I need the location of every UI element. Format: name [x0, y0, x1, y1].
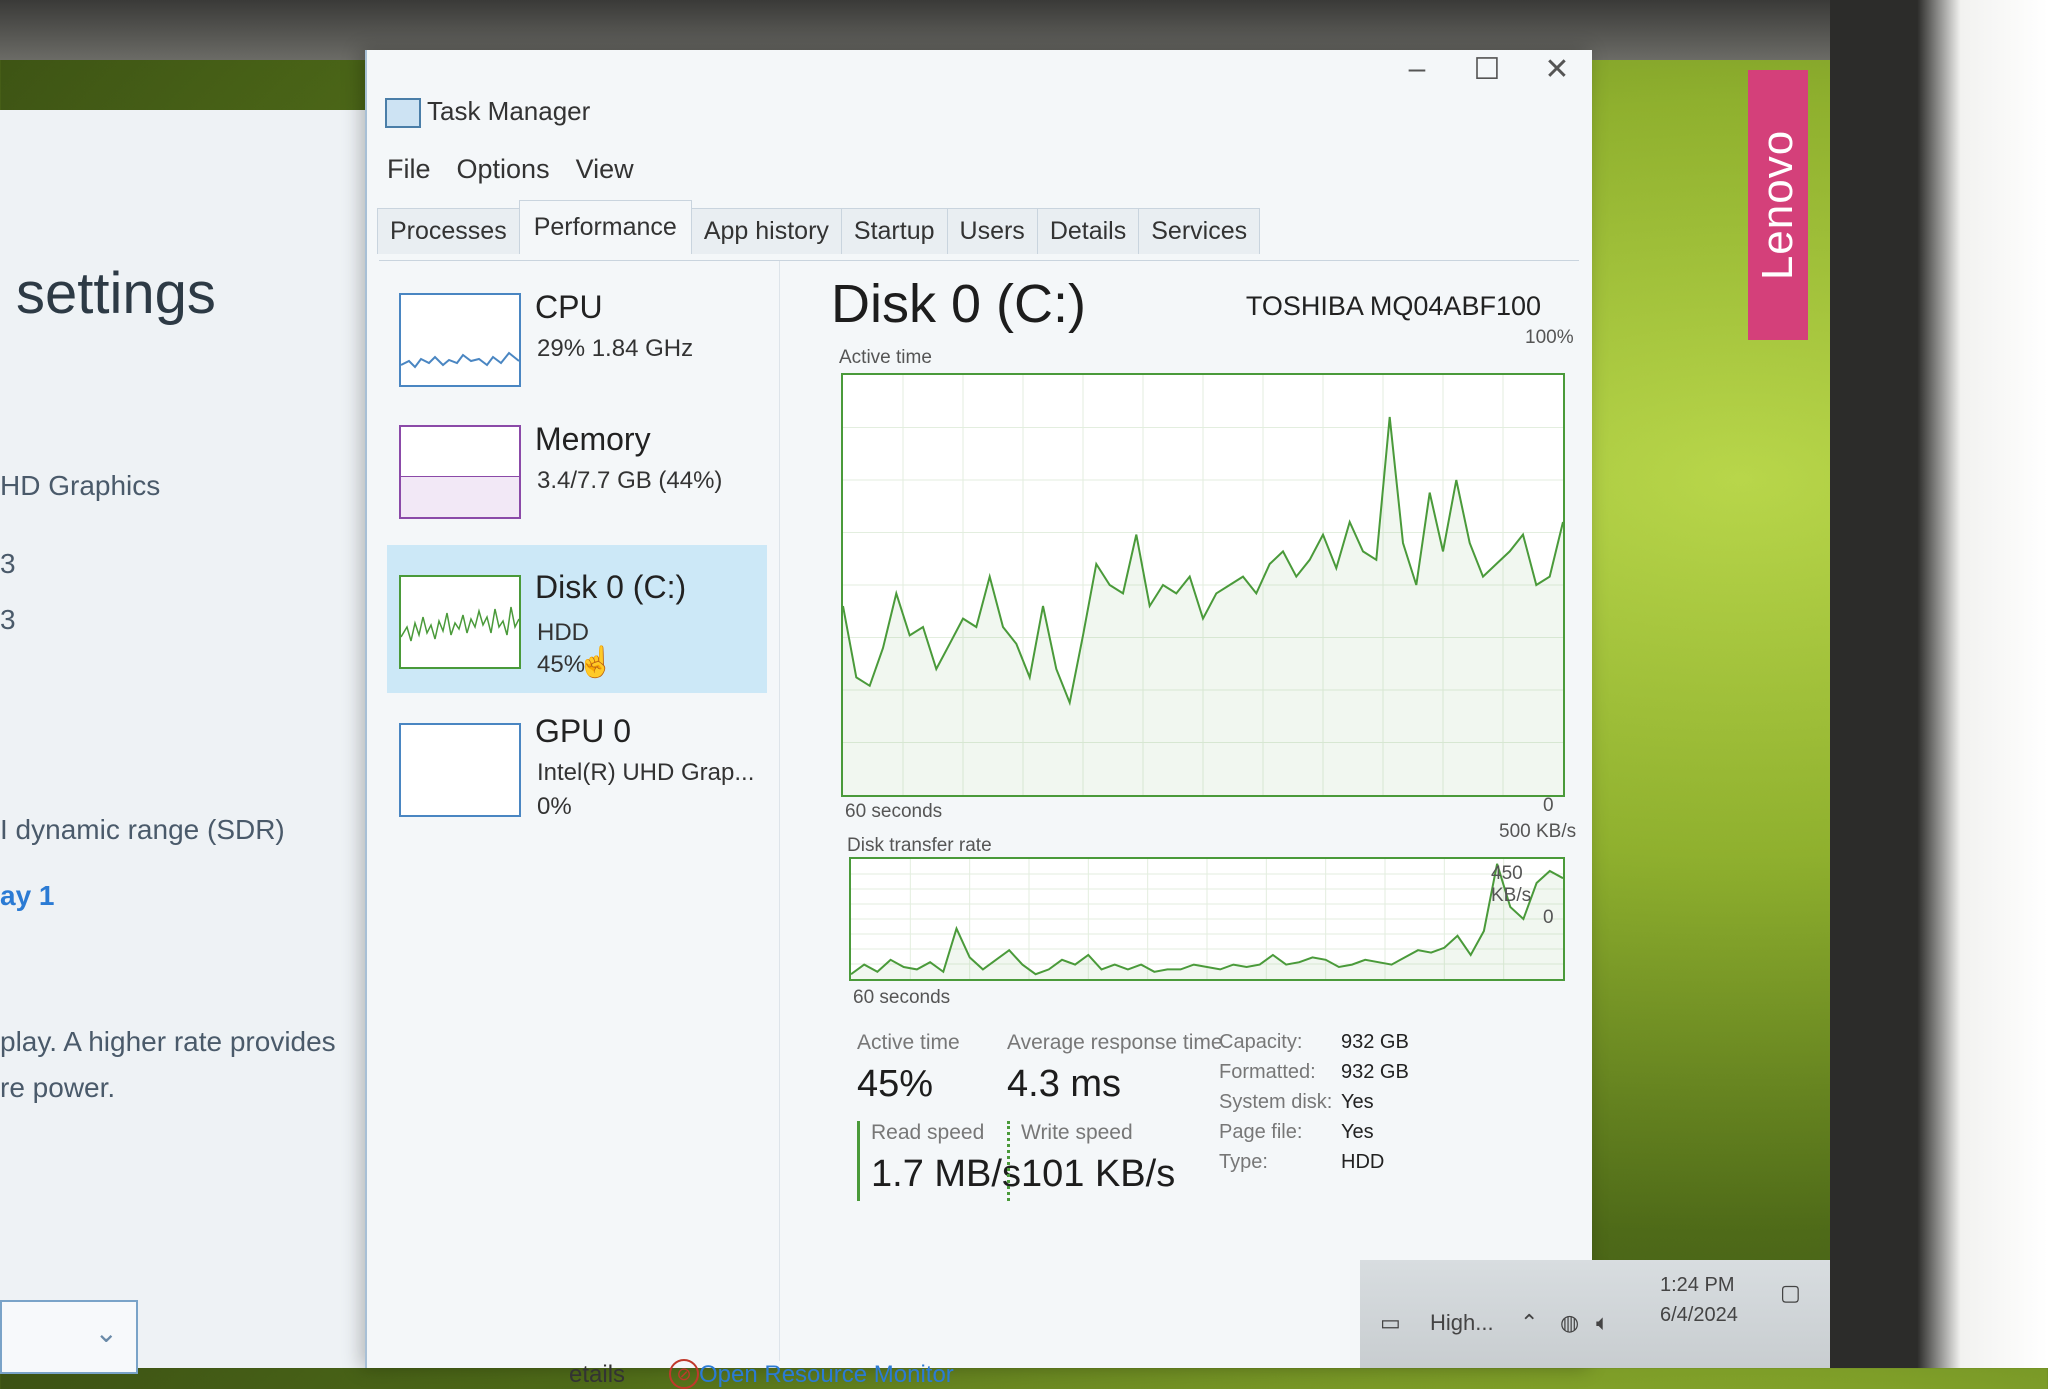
lenovo-logo: Lenovo	[1748, 70, 1808, 340]
write-speed-value: 101 KB/s	[1021, 1153, 1176, 1195]
active-time-window-label: 60 seconds	[845, 801, 943, 822]
tab-users[interactable]: Users	[946, 208, 1038, 254]
active-time-chart-label: Active time	[839, 347, 932, 368]
active-time-stat-value: 45%	[857, 1063, 934, 1105]
formatted-value: 932 GB	[1341, 1061, 1409, 1083]
notification-icon[interactable]: ▢	[1780, 1280, 1801, 1306]
write-speed-legend-line	[1007, 1121, 1010, 1201]
system-disk-label: System disk:	[1219, 1091, 1333, 1113]
resource-item-disk[interactable]: Disk 0 (C:) HDD 45% ☝	[387, 545, 767, 693]
transfer-rate-chart: 450 KB/s	[849, 857, 1565, 981]
read-speed-legend-line	[857, 1121, 860, 1201]
title-bar[interactable]: Task Manager – ☐ ✕	[367, 50, 1592, 130]
clock-date[interactable]: 6/4/2024	[1660, 1304, 1738, 1327]
resource-name: Memory	[535, 421, 651, 457]
active-time-stat-label: Active time	[857, 1031, 960, 1054]
settings-dynamic-range: I dynamic range (SDR)	[0, 814, 285, 845]
disk-type: HDD	[537, 619, 589, 646]
menu-bar: File Options View	[387, 154, 634, 185]
resource-item-memory[interactable]: Memory 3.4/7.7 GB (44%)	[387, 413, 767, 545]
tab-performance[interactable]: Performance	[518, 200, 692, 254]
disk-properties: Capacity: 932 GB Formatted: 932 GB Syste…	[1219, 1031, 1519, 1201]
type-label: Type:	[1219, 1151, 1268, 1173]
read-speed-value: 1.7 MB/s	[871, 1153, 1021, 1195]
settings-display-link[interactable]: ay 1	[0, 880, 55, 912]
resource-name: Disk 0 (C:)	[535, 569, 687, 605]
tab-details[interactable]: Details	[1036, 208, 1140, 254]
transfer-rate-chart-label: Disk transfer rate	[847, 835, 992, 856]
resource-usage: 29% 1.84 GHz	[537, 335, 694, 362]
formatted-label: Formatted:	[1219, 1061, 1316, 1083]
task-manager-window: Task Manager – ☐ ✕ File Options View Pro…	[365, 50, 1592, 1389]
minimize-button[interactable]: –	[1387, 52, 1447, 86]
menu-file[interactable]: File	[387, 154, 431, 185]
active-time-min-label: 0	[1543, 795, 1554, 816]
resource-name: GPU 0	[535, 713, 632, 749]
maximize-button[interactable]: ☐	[1457, 52, 1517, 87]
tab-app-history[interactable]: App history	[690, 208, 842, 254]
tab-services[interactable]: Services	[1138, 208, 1261, 254]
memory-thumbnail-graph	[399, 425, 521, 519]
resource-monitor-icon: ⊘	[669, 1359, 699, 1389]
resource-name: CPU	[535, 289, 603, 325]
gpu-thumbnail-graph	[399, 723, 521, 817]
transfer-rate-window-label: 60 seconds	[853, 987, 951, 1008]
active-time-chart	[841, 373, 1565, 797]
tab-processes[interactable]: Processes	[377, 208, 520, 254]
taskbar: ▭ High... ⌃ ◍ 🔈︎ 1:24 PM 6/4/2024 ▢	[1360, 1260, 1830, 1368]
tab-startup[interactable]: Startup	[840, 208, 948, 254]
gpu-model: Intel(R) UHD Grap...	[537, 759, 755, 786]
settings-title: settings	[16, 261, 216, 326]
globe-icon[interactable]: ◍	[1560, 1310, 1579, 1336]
resource-usage: 3.4/7.7 GB (44%)	[537, 467, 723, 494]
disk-model: TOSHIBA MQ04ABF100	[1245, 291, 1541, 321]
hand-cursor-icon: ☝	[577, 646, 615, 679]
settings-description-2: re power.	[0, 1072, 116, 1103]
menu-options[interactable]: Options	[457, 154, 550, 185]
panel-divider	[779, 261, 780, 1361]
resource-item-gpu[interactable]: GPU 0 Intel(R) UHD Grap... 0%	[387, 709, 767, 849]
window-title: Task Manager	[427, 96, 591, 126]
open-resource-monitor-link[interactable]: Open Resource Monitor	[699, 1361, 954, 1389]
chevron-down-icon: ⌄	[94, 1317, 118, 1348]
write-speed-label: Write speed	[1021, 1121, 1133, 1144]
avg-response-value: 4.3 ms	[1007, 1063, 1122, 1105]
close-button[interactable]: ✕	[1527, 52, 1587, 87]
page-file-value: Yes	[1341, 1121, 1374, 1143]
resource-item-cpu[interactable]: CPU 29% 1.84 GHz	[387, 281, 767, 413]
transfer-rate-max-label: 500 KB/s	[1499, 821, 1577, 842]
page-file-label: Page file:	[1219, 1121, 1303, 1143]
disk-title: Disk 0 (C:)	[831, 274, 1086, 334]
refresh-rate-dropdown[interactable]: ⌄	[0, 1300, 138, 1374]
transfer-rate-secondary-label: 450 KB/s	[1491, 863, 1532, 906]
settings-value-2: 3	[0, 604, 16, 635]
avg-response-label: Average response time	[1007, 1031, 1223, 1054]
active-time-max-label: 100%	[1525, 327, 1574, 348]
settings-description-1: play. A higher rate provides	[0, 1026, 336, 1057]
task-manager-icon	[385, 98, 421, 128]
transfer-rate-min-label: 0	[1543, 907, 1554, 928]
volume-icon[interactable]: 🔈︎	[1596, 1310, 1609, 1336]
chevron-up-icon[interactable]: ⌃	[1520, 1310, 1538, 1336]
menu-view[interactable]: View	[576, 154, 634, 185]
gpu-usage: 0%	[537, 793, 572, 820]
settings-graphics-label: HD Graphics	[0, 470, 161, 501]
tab-strip: Processes Performance App history Startu…	[377, 200, 1261, 254]
fewer-details-button[interactable]: etails	[569, 1361, 625, 1389]
settings-value-1: 3	[0, 548, 16, 579]
type-value: HDD	[1341, 1151, 1385, 1173]
screen-bezel-right	[1830, 0, 2048, 1368]
performance-panel: CPU 29% 1.84 GHz Memory 3.4/7.7 GB (44%)…	[379, 260, 1579, 1389]
power-mode-label[interactable]: High...	[1430, 1310, 1494, 1336]
capacity-label: Capacity:	[1219, 1031, 1303, 1053]
system-disk-value: Yes	[1341, 1091, 1374, 1113]
clock-time[interactable]: 1:24 PM	[1660, 1274, 1734, 1297]
battery-icon[interactable]: ▭	[1380, 1310, 1401, 1336]
read-speed-label: Read speed	[871, 1121, 985, 1144]
capacity-value: 932 GB	[1341, 1031, 1409, 1053]
disk-thumbnail-graph	[399, 575, 521, 669]
cpu-thumbnail-graph	[399, 293, 521, 387]
